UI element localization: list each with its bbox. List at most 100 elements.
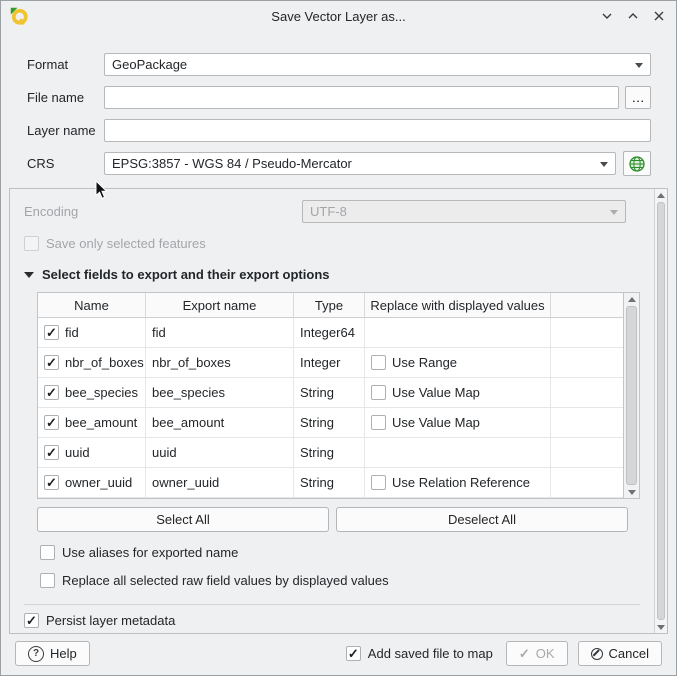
type-cell: String [294, 378, 365, 407]
persist-metadata-row: Persist layer metadata [24, 613, 654, 628]
add-saved-file-row: Add saved file to map [346, 646, 493, 661]
export-name: owner_uuid [152, 475, 219, 490]
scroll-up-icon[interactable] [655, 189, 667, 201]
save-vector-layer-dialog: Save Vector Layer as... Format GeoPackag… [0, 0, 677, 676]
table-header: Name Export name Type Replace with displ… [38, 293, 623, 318]
file-name-label: File name [27, 90, 104, 105]
globe-icon [628, 155, 646, 173]
field-checkbox[interactable] [44, 385, 59, 400]
select-all-button[interactable]: Select All [37, 507, 329, 532]
type-cell: String [294, 408, 365, 437]
persist-metadata-label: Persist layer metadata [46, 613, 175, 628]
options-content: Encoding UTF-8 Save only selected featur… [10, 189, 654, 633]
field-checkbox[interactable] [44, 415, 59, 430]
filler-cell [551, 438, 623, 467]
options-scrollbar-thumb[interactable] [657, 202, 665, 620]
options-scrollbar[interactable] [654, 189, 667, 633]
layer-name-label: Layer name [27, 123, 104, 138]
export-name: uuid [152, 445, 177, 460]
fields-section-label: Select fields to export and their export… [42, 267, 330, 282]
format-select[interactable]: GeoPackage [104, 53, 651, 76]
fields-table: Name Export name Type Replace with displ… [37, 292, 640, 499]
use-aliases-label: Use aliases for exported name [62, 545, 238, 560]
replace-option-label: Use Value Map [392, 415, 480, 430]
add-saved-file-checkbox[interactable] [346, 646, 361, 661]
help-button[interactable]: Help [15, 641, 90, 666]
filler-cell [551, 468, 623, 497]
section-divider [24, 604, 640, 605]
filler-cell [551, 348, 623, 377]
export-name-cell[interactable]: bee_species [146, 378, 294, 407]
browse-button[interactable]: … [625, 86, 651, 109]
type-cell: Integer64 [294, 318, 365, 347]
collapse-arrow-icon [24, 272, 34, 278]
crs-value: EPSG:3857 - WGS 84 / Pseudo-Mercator [112, 156, 352, 171]
table-scrollbar[interactable] [623, 293, 639, 498]
dialog-footer: Help Add saved file to map OK Cancel [1, 632, 676, 675]
scroll-up-icon[interactable] [624, 293, 639, 305]
field-name-cell: uuid [38, 438, 146, 467]
type-cell: Integer [294, 348, 365, 377]
field-checkbox[interactable] [44, 445, 59, 460]
field-name: owner_uuid [65, 475, 132, 490]
file-name-row: File name … [27, 86, 651, 109]
table-row: owner_uuid owner_uuid String Use Relatio… [38, 468, 623, 498]
layer-name-input[interactable] [104, 119, 651, 142]
use-aliases-checkbox[interactable] [40, 545, 55, 560]
ok-button[interactable]: OK [506, 641, 568, 666]
layer-name-row: Layer name [27, 119, 651, 142]
options-scroll-area: Encoding UTF-8 Save only selected featur… [9, 188, 668, 634]
titlebar[interactable]: Save Vector Layer as... [1, 1, 676, 31]
encoding-label: Encoding [24, 204, 302, 219]
field-checkbox[interactable] [44, 355, 59, 370]
crs-select[interactable]: EPSG:3857 - WGS 84 / Pseudo-Mercator [104, 152, 616, 175]
field-checkbox[interactable] [44, 475, 59, 490]
filler-cell [551, 408, 623, 437]
replace-option-label: Use Value Map [392, 385, 480, 400]
use-relation-reference-checkbox[interactable] [371, 475, 386, 490]
replace-raw-checkbox[interactable] [40, 573, 55, 588]
field-name: fid [65, 325, 79, 340]
format-value: GeoPackage [112, 57, 187, 72]
ok-check-icon [519, 647, 530, 660]
close-window-icon[interactable] [651, 8, 667, 24]
use-aliases-row: Use aliases for exported name [40, 545, 654, 560]
use-range-checkbox[interactable] [371, 355, 386, 370]
table-scrollbar-thumb[interactable] [626, 306, 637, 485]
scroll-down-icon[interactable] [624, 486, 639, 498]
field-name-cell: owner_uuid [38, 468, 146, 497]
export-name-cell[interactable]: owner_uuid [146, 468, 294, 497]
fields-section-header[interactable]: Select fields to export and their export… [24, 267, 654, 282]
format-row: Format GeoPackage [27, 53, 651, 76]
format-label: Format [27, 57, 104, 72]
use-value-map-checkbox[interactable] [371, 385, 386, 400]
help-label: Help [50, 646, 77, 661]
replace-cell: Use Relation Reference [365, 468, 551, 497]
encoding-row: Encoding UTF-8 [24, 200, 626, 223]
export-name-cell[interactable]: uuid [146, 438, 294, 467]
export-name: bee_amount [152, 415, 224, 430]
encoding-value: UTF-8 [310, 204, 347, 219]
save-only-selected-checkbox [24, 236, 39, 251]
file-name-input[interactable] [104, 86, 619, 109]
use-value-map-checkbox[interactable] [371, 415, 386, 430]
shade-window-icon[interactable] [599, 8, 615, 24]
header-type: Type [294, 293, 365, 317]
deselect-all-button[interactable]: Deselect All [336, 507, 628, 532]
export-name-cell[interactable]: fid [146, 318, 294, 347]
replace-cell: Use Value Map [365, 378, 551, 407]
select-crs-button[interactable] [623, 151, 651, 176]
selection-buttons: Select All Deselect All [37, 507, 654, 532]
replace-cell: Use Value Map [365, 408, 551, 437]
persist-metadata-checkbox[interactable] [24, 613, 39, 628]
maximize-window-icon[interactable] [625, 8, 641, 24]
field-checkbox[interactable] [44, 325, 59, 340]
replace-raw-row: Replace all selected raw field values by… [40, 573, 654, 588]
replace-raw-label: Replace all selected raw field values by… [62, 573, 389, 588]
field-name: uuid [65, 445, 90, 460]
cancel-button[interactable]: Cancel [578, 641, 662, 666]
encoding-select: UTF-8 [302, 200, 626, 223]
export-name-cell[interactable]: bee_amount [146, 408, 294, 437]
chevron-down-icon [600, 162, 608, 167]
export-name-cell[interactable]: nbr_of_boxes [146, 348, 294, 377]
